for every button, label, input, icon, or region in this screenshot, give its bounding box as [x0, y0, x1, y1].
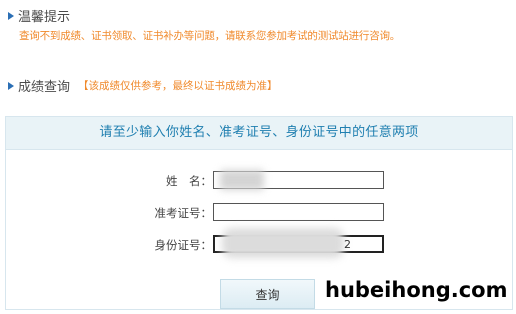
id-number-label: 身份证号： [154, 238, 213, 252]
triangle-marker-icon [8, 11, 14, 20]
tip-text: 查询不到成绩、证书领取、证书补办等问题，请联系您参加考试的测试站进行咨询。 [19, 30, 401, 42]
name-input[interactable] [213, 171, 384, 189]
tip-heading-text: 温馨提示 [18, 10, 71, 25]
query-heading-text: 成绩查询 [18, 80, 71, 95]
id-number-visible-digit: 2 [344, 238, 351, 251]
panel-title: 请至少输入你姓名、准考证号、身份证号中的任意两项 [6, 117, 512, 150]
query-heading: 成绩查询 【该成绩仅供参考，最终以证书成绩为准】 [8, 76, 278, 95]
tip-heading: 温馨提示 [8, 6, 70, 25]
id-number-input[interactable] [213, 235, 384, 253]
triangle-marker-icon [8, 81, 14, 90]
id-number-row: 身份证号： [6, 235, 512, 257]
query-note: 【该成绩仅供参考，最终以证书成绩为准】 [78, 80, 278, 92]
exam-number-label: 准考证号： [154, 206, 213, 220]
name-row: 姓 名： [6, 171, 512, 193]
query-button[interactable]: 查询 [220, 279, 315, 309]
watermark: hubeihong.com [325, 278, 508, 302]
name-label: 姓 名： [166, 174, 212, 188]
exam-number-input[interactable] [213, 203, 384, 221]
exam-number-row: 准考证号： [6, 203, 512, 225]
